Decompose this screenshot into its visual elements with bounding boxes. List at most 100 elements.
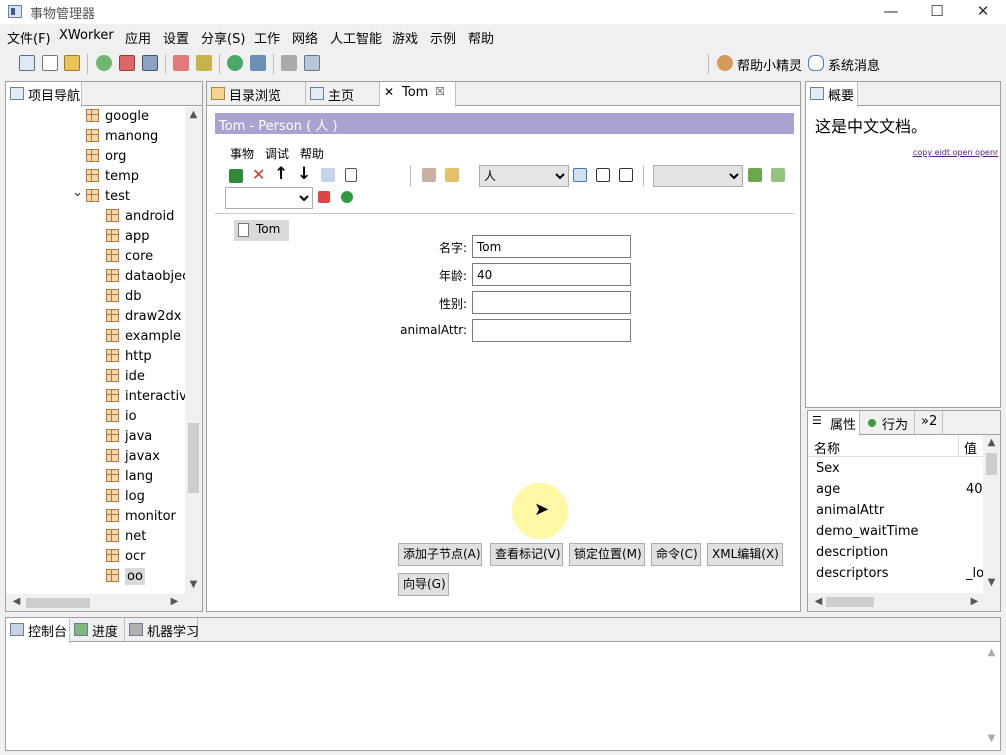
method-combo[interactable] bbox=[225, 187, 313, 209]
system-messages-link[interactable]: 系统消息 bbox=[828, 55, 880, 74]
bookmark-icon[interactable] bbox=[445, 168, 459, 182]
tree-vertical-scrollbar[interactable]: ▲ ▼ bbox=[185, 107, 202, 595]
tree-item[interactable]: manong bbox=[86, 127, 158, 147]
xml-file-icon[interactable] bbox=[345, 168, 357, 182]
tree-item[interactable]: monitor bbox=[106, 507, 176, 527]
tab-console[interactable]: 控制台 bbox=[6, 618, 70, 643]
globe-icon[interactable] bbox=[227, 55, 243, 71]
pdf-icon[interactable] bbox=[173, 55, 189, 71]
console-vertical-scrollbar[interactable]: ▲ ▼ bbox=[983, 643, 1000, 750]
edit-link[interactable]: eidt bbox=[935, 148, 950, 157]
help-wizard-link[interactable]: 帮助小精灵 bbox=[737, 55, 802, 74]
tree-item[interactable]: example bbox=[106, 327, 181, 347]
tree-item[interactable]: javax bbox=[106, 447, 160, 467]
scroll-right-icon[interactable]: ▶ bbox=[166, 596, 183, 607]
scroll-left-icon[interactable]: ◀ bbox=[810, 596, 827, 607]
scroll-left-icon[interactable]: ◀ bbox=[8, 596, 25, 607]
outline-icon[interactable] bbox=[422, 168, 436, 182]
tab-summary[interactable]: 概要 bbox=[806, 82, 858, 107]
move-up-icon[interactable]: ↑ bbox=[274, 164, 288, 184]
menu-share[interactable]: 分享(S) bbox=[201, 28, 245, 47]
column-value-header[interactable]: 值 bbox=[964, 438, 977, 457]
name-input[interactable] bbox=[472, 235, 631, 258]
tab-machine-learning[interactable]: 机器学习 bbox=[125, 618, 199, 642]
xml-edit-button[interactable]: XML编辑(X) bbox=[707, 543, 783, 566]
close-tab-icon[interactable]: ☒ bbox=[435, 85, 445, 98]
scroll-down-icon[interactable]: ▼ bbox=[983, 733, 1000, 744]
command-button[interactable]: 命令(C) bbox=[651, 543, 701, 566]
run-icon[interactable] bbox=[341, 191, 353, 203]
tab-tom[interactable]: ✕ Tom ☒ bbox=[380, 82, 456, 107]
action-combo[interactable] bbox=[653, 165, 743, 187]
property-value[interactable]: _lo bbox=[966, 563, 984, 584]
maximize-button[interactable]: ☐ bbox=[914, 0, 960, 24]
tree-item[interactable]: io bbox=[106, 407, 137, 427]
download-icon[interactable] bbox=[250, 55, 266, 71]
close-window-button[interactable]: ✕ bbox=[960, 0, 1006, 24]
column-name-header[interactable]: 名称 bbox=[814, 438, 840, 457]
tree-item[interactable]: net bbox=[106, 527, 146, 547]
property-name[interactable]: animalAttr bbox=[816, 500, 884, 521]
menu-file[interactable]: 文件(F) bbox=[7, 28, 51, 47]
tree-item[interactable]: java bbox=[106, 427, 152, 447]
debug-icon[interactable] bbox=[318, 191, 330, 203]
menu-settings[interactable]: 设置 bbox=[163, 28, 189, 47]
menu-help[interactable]: 帮助 bbox=[468, 28, 494, 47]
scroll-up-icon[interactable]: ▲ bbox=[983, 437, 1000, 448]
wizard-button[interactable]: 向导(G) bbox=[398, 573, 449, 596]
property-name[interactable]: description bbox=[816, 542, 888, 563]
tree-item[interactable]: log bbox=[106, 487, 145, 507]
type-combo[interactable]: 人 bbox=[479, 165, 569, 187]
submenu-help[interactable]: 帮助 bbox=[300, 145, 324, 162]
tree-item[interactable]: ide bbox=[106, 367, 145, 387]
save-icon[interactable] bbox=[229, 169, 243, 183]
printer-icon[interactable] bbox=[281, 55, 297, 71]
submenu-debug[interactable]: 调试 bbox=[265, 145, 289, 162]
close-all-icon[interactable] bbox=[619, 168, 633, 182]
tab-properties[interactable]: ☰ 属性 bbox=[808, 411, 860, 436]
move-down-icon[interactable]: ↓ bbox=[297, 164, 311, 184]
properties-horizontal-scrollbar[interactable]: ◀ ▶ bbox=[808, 593, 1000, 611]
tree-horizontal-scrollbar[interactable]: ◀ ▶ bbox=[6, 594, 202, 611]
tree-item[interactable]: oo bbox=[106, 567, 145, 587]
tree-item[interactable]: lang bbox=[106, 467, 153, 487]
image-icon[interactable] bbox=[119, 55, 135, 71]
expand-chevron-icon[interactable]: ⌄ bbox=[72, 183, 83, 203]
puzzle-icon[interactable] bbox=[748, 168, 762, 182]
tree-item[interactable]: app bbox=[106, 227, 149, 247]
run-plugin-icon[interactable] bbox=[771, 168, 785, 182]
refresh-icon[interactable] bbox=[96, 55, 112, 71]
tab-project-navigator[interactable]: 项目导航 bbox=[6, 82, 82, 107]
monitor-icon[interactable] bbox=[142, 55, 158, 71]
tree-item[interactable]: google bbox=[86, 107, 149, 127]
home-icon[interactable] bbox=[19, 55, 35, 71]
menu-work[interactable]: 工作 bbox=[254, 28, 280, 47]
lock-position-button[interactable]: 锁定位置(M) bbox=[569, 543, 645, 566]
openr-link[interactable]: openr bbox=[975, 148, 998, 157]
tree-item[interactable]: android bbox=[106, 207, 174, 227]
new-file-icon[interactable] bbox=[42, 55, 58, 71]
submenu-thing[interactable]: 事物 bbox=[230, 145, 254, 162]
tab-more[interactable]: »2 bbox=[915, 411, 943, 435]
refresh-view-icon[interactable] bbox=[573, 168, 587, 182]
properties-vertical-scrollbar[interactable]: ▲ ▼ bbox=[983, 435, 1000, 593]
menu-xworker[interactable]: XWorker bbox=[59, 28, 114, 43]
view-marks-button[interactable]: 查看标记(V) bbox=[490, 543, 563, 566]
property-value[interactable]: 40 bbox=[966, 479, 983, 500]
sex-input[interactable] bbox=[472, 291, 631, 314]
scroll-right-icon[interactable]: ▶ bbox=[966, 596, 983, 607]
menu-games[interactable]: 游戏 bbox=[392, 28, 418, 47]
scroll-down-icon[interactable]: ▼ bbox=[983, 577, 1000, 588]
tree-item[interactable]: interactive bbox=[106, 387, 186, 407]
tree-item[interactable]: db bbox=[106, 287, 142, 307]
tab-directory-browse[interactable]: 目录浏览 bbox=[207, 82, 306, 106]
close-view-icon[interactable] bbox=[596, 168, 610, 182]
delete-icon[interactable]: ✕ bbox=[252, 165, 265, 184]
tree-item[interactable]: org bbox=[86, 147, 126, 167]
age-input[interactable] bbox=[472, 263, 631, 286]
tree-item[interactable]: dataobjec bbox=[106, 267, 186, 287]
animal-attr-input[interactable] bbox=[472, 319, 631, 342]
copy-link[interactable]: copy bbox=[913, 148, 932, 157]
tree-item[interactable]: ocr bbox=[106, 547, 145, 567]
tool-icon[interactable] bbox=[196, 55, 212, 71]
